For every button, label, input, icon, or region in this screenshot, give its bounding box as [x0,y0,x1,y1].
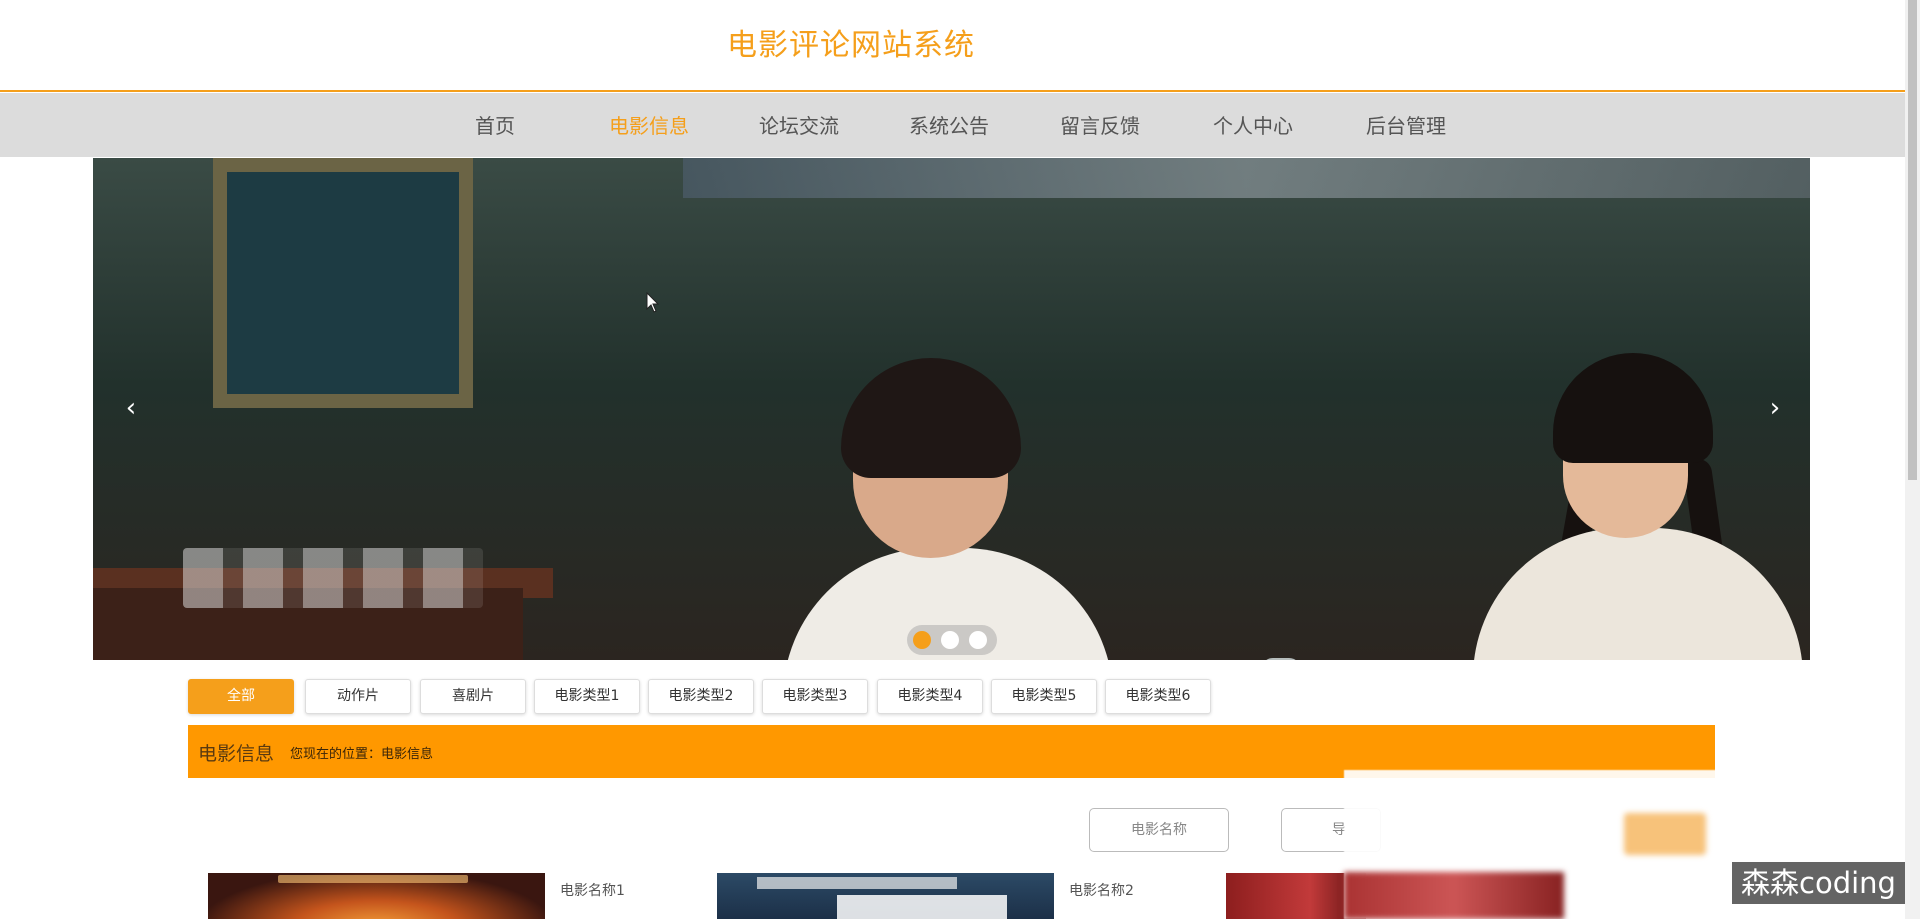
category-type6-button[interactable]: 电影类型6 [1105,679,1211,714]
section-title: 电影信息 [198,743,275,765]
nav-item-home[interactable]: 首页 [475,110,515,139]
category-comedy-button[interactable]: 喜剧片 [420,679,526,714]
movie-poster-2-title-art [837,895,1007,919]
breadcrumb-path: 您现在的位置：电影信息 [290,747,434,762]
movie-poster-2[interactable] [717,873,1054,919]
movie-name-2[interactable]: 电影名称2 [1069,880,1134,900]
category-type5-button[interactable]: 电影类型5 [991,679,1097,714]
category-type1-button[interactable]: 电影类型1 [534,679,640,714]
nav-item-movie-info[interactable]: 电影信息 [609,110,689,139]
banner-carousel[interactable]: ‹ › [93,158,1810,660]
chevron-right-icon[interactable]: › [1760,393,1790,423]
nav-item-forum[interactable]: 论坛交流 [759,110,839,139]
chevron-left-icon[interactable]: ‹ [116,393,146,423]
movie-poster-1-title-art [278,875,468,883]
carousel-indicators [907,625,997,655]
movie-poster-2-title-art [757,877,957,889]
category-type2-button[interactable]: 电影类型2 [648,679,754,714]
nav-item-feedback[interactable]: 留言反馈 [1060,110,1140,139]
page: 电影评论网站系统 首页 电影信息 论坛交流 系统公告 留言反馈 个人中心 后台管… [0,0,1920,919]
mouse-cursor-icon [646,292,660,313]
blurred-poster [1344,872,1564,919]
movie-name-search-input[interactable]: 电影名称 [1089,808,1229,852]
banner-image-glasses [183,548,483,608]
movie-name-1[interactable]: 电影名称1 [560,880,625,900]
banner-image-mirror [213,158,473,408]
category-type3-button[interactable]: 电影类型3 [762,679,868,714]
nav-item-announcements[interactable]: 系统公告 [909,110,989,139]
nav-item-admin[interactable]: 后台管理 [1366,110,1446,139]
watermark: 森森coding [1732,862,1905,904]
carousel-dot-1[interactable] [913,631,931,649]
category-action-button[interactable]: 动作片 [305,679,411,714]
scrollbar-thumb[interactable] [1908,0,1917,480]
blurred-search-button [1624,813,1706,855]
category-all-button[interactable]: 全部 [188,679,294,714]
movie-poster-1[interactable] [208,873,545,919]
banner-image-window [683,158,1810,198]
nav-item-personal-center[interactable]: 个人中心 [1213,110,1293,139]
category-type4-button[interactable]: 电影类型4 [877,679,983,714]
carousel-dot-2[interactable] [941,631,959,649]
main-nav: 首页 电影信息 论坛交流 系统公告 留言反馈 个人中心 后台管理 [0,93,1905,157]
carousel-dot-3[interactable] [969,631,987,649]
vertical-scrollbar[interactable] [1905,0,1920,919]
site-title: 电影评论网站系统 [727,28,975,63]
site-header: 电影评论网站系统 [0,0,1905,92]
